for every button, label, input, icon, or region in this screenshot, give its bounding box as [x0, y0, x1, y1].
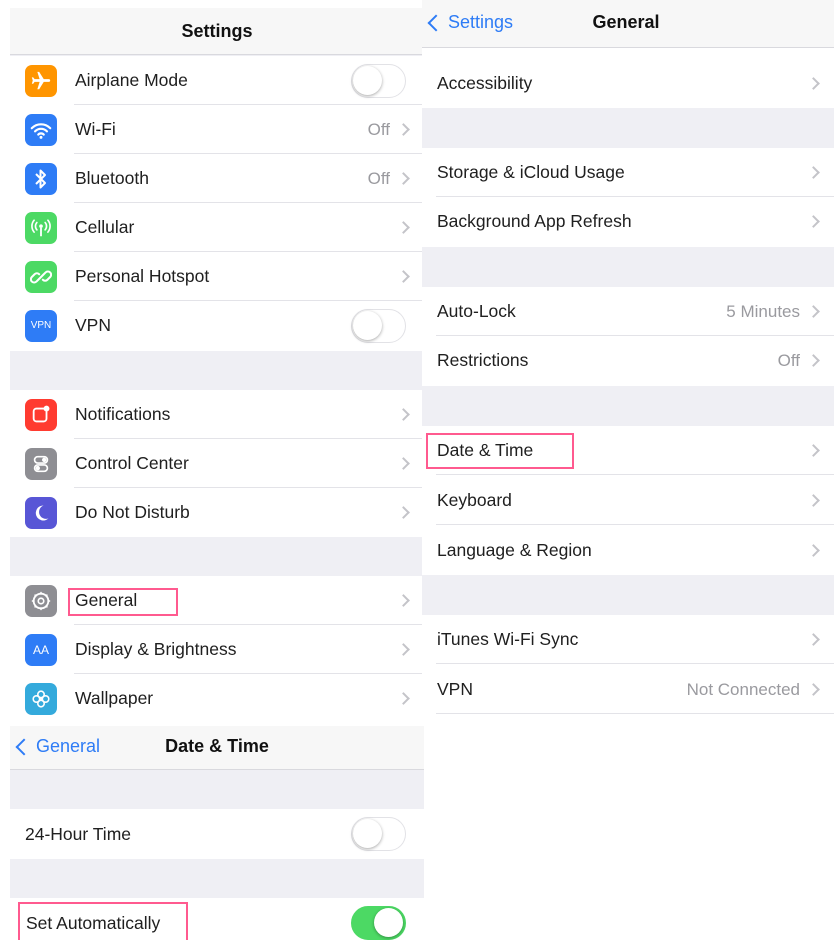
datetime-item-set-automatically[interactable]: Set Automatically	[10, 898, 424, 940]
settings-item-general[interactable]: General	[10, 576, 424, 625]
wifi-icon	[25, 113, 57, 146]
chevron-right-icon	[397, 123, 410, 136]
settings-navbar: Settings	[10, 8, 424, 55]
display-brightness-icon: AA	[25, 633, 57, 666]
chevron-right-icon	[807, 215, 820, 228]
hotspot-icon	[25, 260, 57, 293]
general-item-accessibility[interactable]: Accessibility	[422, 59, 834, 108]
vpn-toggle[interactable]	[351, 308, 406, 343]
chevron-right-icon	[807, 166, 820, 179]
general-item-date-time[interactable]: Date & Time	[422, 426, 834, 475]
gear-icon	[25, 584, 57, 617]
chevron-right-icon	[397, 506, 410, 519]
chevron-right-icon	[397, 643, 410, 656]
settings-title: Settings	[181, 21, 253, 41]
settings-item-wallpaper[interactable]: Wallpaper	[10, 674, 424, 723]
bluetooth-icon	[25, 162, 57, 195]
settings-item-wifi[interactable]: Wi-Fi Off	[10, 105, 424, 154]
chevron-right-icon	[397, 457, 410, 470]
auto-lock-value: 5 Minutes	[726, 301, 800, 321]
set-automatically-group: Set Automatically	[10, 898, 424, 940]
chevron-right-icon	[397, 692, 410, 705]
settings-item-notifications[interactable]: Notifications	[10, 390, 424, 439]
general-item-keyboard[interactable]: Keyboard	[422, 476, 834, 525]
moon-icon	[25, 496, 57, 529]
settings-item-cellular[interactable]: Cellular	[10, 203, 424, 252]
notifications-group: Notifications Control Center Do Not Dist…	[10, 390, 424, 537]
airplane-mode-toggle[interactable]	[351, 63, 406, 98]
general-item-storage[interactable]: Storage & iCloud Usage	[422, 148, 834, 197]
chevron-right-icon	[807, 683, 820, 696]
general-item-language-region[interactable]: Language & Region	[422, 526, 834, 575]
settings-item-personal-hotspot[interactable]: Personal Hotspot	[10, 252, 424, 301]
vpn-icon: VPN	[25, 309, 57, 342]
hour-format-group: 24-Hour Time	[10, 809, 424, 859]
general-title: General	[592, 12, 660, 32]
chevron-right-icon	[807, 77, 820, 90]
general-item-itunes-wifi-sync[interactable]: iTunes Wi-Fi Sync	[422, 615, 834, 664]
chevron-right-icon	[807, 444, 820, 457]
settings-item-display-brightness[interactable]: AA Display & Brightness	[10, 625, 424, 674]
itunes-group: iTunes Wi-Fi Sync VPN Not Connected	[422, 615, 834, 715]
general-navbar: Settings General	[422, 0, 834, 48]
date-time-screen: General Date & Time 24-Hour Time Set Aut…	[10, 726, 424, 940]
chevron-right-icon	[807, 305, 820, 318]
settings-item-vpn[interactable]: VPN VPN	[10, 301, 424, 350]
date-time-navbar: General Date & Time	[10, 726, 424, 770]
settings-item-control-center[interactable]: Control Center	[10, 439, 424, 488]
settings-item-bluetooth[interactable]: Bluetooth Off	[10, 154, 424, 203]
settings-item-airplane-mode[interactable]: Airplane Mode	[10, 56, 424, 105]
chevron-right-icon	[807, 354, 820, 367]
general-item-restrictions[interactable]: Restrictions Off	[422, 336, 834, 385]
bluetooth-status: Off	[367, 168, 390, 188]
vpn-status: Not Connected	[686, 679, 800, 699]
settings-screen: Settings Airplane Mode Wi-Fi Off Bluetoo…	[10, 8, 424, 728]
wallpaper-icon	[25, 682, 57, 715]
settings-item-do-not-disturb[interactable]: Do Not Disturb	[10, 488, 424, 537]
accessibility-group: Accessibility	[422, 59, 834, 108]
general-screen: Settings General Accessibility Storage &…	[422, 0, 834, 720]
24-hour-time-toggle[interactable]	[351, 817, 406, 851]
cellular-icon	[25, 211, 57, 244]
wifi-status: Off	[367, 119, 390, 139]
control-center-icon	[25, 447, 57, 480]
connectivity-group: Airplane Mode Wi-Fi Off Bluetooth Off Ce…	[10, 56, 424, 351]
date-time-group: Date & Time Keyboard Language & Region	[422, 426, 834, 575]
restrictions-value: Off	[777, 350, 800, 370]
set-automatically-toggle[interactable]	[351, 906, 406, 940]
general-group: General AA Display & Brightness Wallpape…	[10, 576, 424, 728]
chevron-right-icon	[397, 221, 410, 234]
chevron-right-icon	[397, 594, 410, 607]
airplane-icon	[25, 64, 57, 97]
chevron-right-icon	[397, 270, 410, 283]
chevron-right-icon	[807, 494, 820, 507]
general-item-vpn[interactable]: VPN Not Connected	[422, 665, 834, 714]
chevron-right-icon	[397, 408, 410, 421]
chevron-right-icon	[397, 172, 410, 185]
datetime-item-24-hour-time[interactable]: 24-Hour Time	[10, 809, 424, 859]
chevron-right-icon	[807, 633, 820, 646]
general-item-background-app-refresh[interactable]: Background App Refresh	[422, 197, 834, 246]
general-item-auto-lock[interactable]: Auto-Lock 5 Minutes	[422, 287, 834, 336]
autolock-group: Auto-Lock 5 Minutes Restrictions Off	[422, 287, 834, 386]
chevron-right-icon	[807, 544, 820, 557]
notifications-icon	[25, 398, 57, 431]
storage-group: Storage & iCloud Usage Background App Re…	[422, 148, 834, 247]
date-time-title: Date & Time	[165, 736, 269, 756]
